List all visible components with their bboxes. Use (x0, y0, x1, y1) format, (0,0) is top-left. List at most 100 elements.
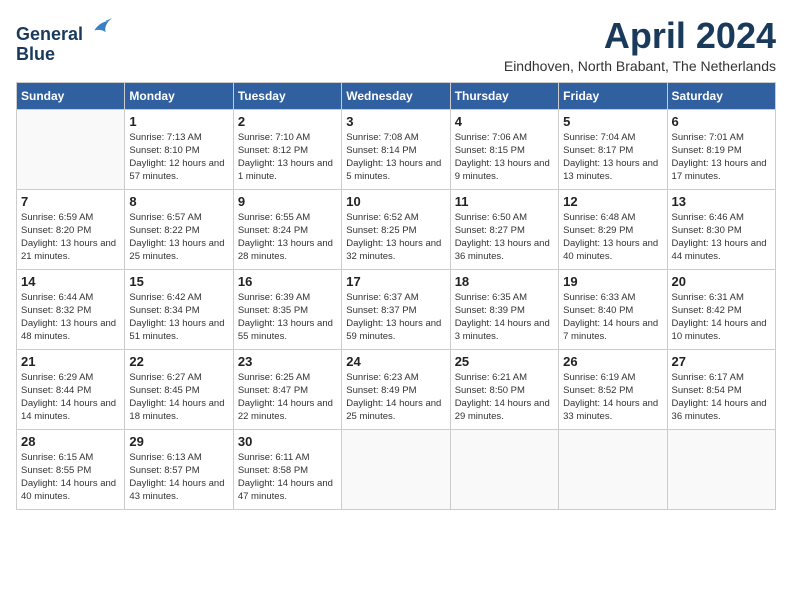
day-info: Sunrise: 6:29 AMSunset: 8:44 PMDaylight:… (21, 371, 120, 424)
day-info: Sunrise: 6:25 AMSunset: 8:47 PMDaylight:… (238, 371, 337, 424)
day-number: 22 (129, 354, 228, 369)
day-info: Sunrise: 6:55 AMSunset: 8:24 PMDaylight:… (238, 211, 337, 264)
calendar-day-cell: 22Sunrise: 6:27 AMSunset: 8:45 PMDayligh… (125, 349, 233, 429)
calendar-day-cell (667, 429, 775, 509)
day-info: Sunrise: 7:10 AMSunset: 8:12 PMDaylight:… (238, 131, 337, 184)
day-number: 5 (563, 114, 662, 129)
calendar-day-cell: 6Sunrise: 7:01 AMSunset: 8:19 PMDaylight… (667, 109, 775, 189)
calendar-day-cell: 16 Sunrise: 6:39 AMSunset: 8:35 PMDayligh… (233, 269, 341, 349)
day-number: 18 (455, 274, 554, 289)
day-number: 24 (346, 354, 445, 369)
day-info: Sunrise: 6:13 AMSunset: 8:57 PMDaylight:… (129, 451, 228, 504)
calendar-day-cell (450, 429, 558, 509)
calendar-day-cell: 25 Sunrise: 6:21 AMSunset: 8:50 PMDayligh… (450, 349, 558, 429)
calendar-day-cell: 11Sunrise: 6:50 AMSunset: 8:27 PMDayligh… (450, 189, 558, 269)
day-info: Sunrise: 6:19 AMSunset: 8:52 PMDaylight:… (563, 371, 662, 424)
day-number: 15 (129, 274, 228, 289)
title-block: April 2024 Eindhoven, North Brabant, The… (504, 16, 776, 74)
weekday-header-row: SundayMondayTuesdayWednesdayThursdayFrid… (17, 82, 776, 109)
calendar-day-cell: 19 Sunrise: 6:33 AMSunset: 8:40 PMDayligh… (559, 269, 667, 349)
day-number: 30 (238, 434, 337, 449)
day-number: 16 (238, 274, 337, 289)
day-info: Sunrise: 7:08 AMSunset: 8:14 PMDaylight:… (346, 131, 445, 184)
day-number: 19 (563, 274, 662, 289)
calendar-day-cell: 13Sunrise: 6:46 AMSunset: 8:30 PMDayligh… (667, 189, 775, 269)
day-info: Sunrise: 6:11 AMSunset: 8:58 PMDaylight:… (238, 451, 337, 504)
day-number: 20 (672, 274, 771, 289)
calendar-day-cell: 14 Sunrise: 6:44 AMSunset: 8:32 PMDayligh… (17, 269, 125, 349)
day-number: 11 (455, 194, 554, 209)
weekday-header-sunday: Sunday (17, 82, 125, 109)
calendar-day-cell: 5 Sunrise: 7:04 AMSunset: 8:17 PMDaylight… (559, 109, 667, 189)
calendar-week-row: 7 Sunrise: 6:59 AMSunset: 8:20 PMDaylight… (17, 189, 776, 269)
day-info: Sunrise: 7:06 AMSunset: 8:15 PMDaylight:… (455, 131, 554, 184)
calendar-day-cell: 20 Sunrise: 6:31 AMSunset: 8:42 PMDayligh… (667, 269, 775, 349)
day-number: 10 (346, 194, 445, 209)
day-number: 29 (129, 434, 228, 449)
calendar-day-cell: 1 Sunrise: 7:13 AMSunset: 8:10 PMDaylight… (125, 109, 233, 189)
calendar-week-row: 28Sunrise: 6:15 AMSunset: 8:55 PMDayligh… (17, 429, 776, 509)
day-number: 6 (672, 114, 771, 129)
day-number: 12 (563, 194, 662, 209)
calendar-day-cell: 10 Sunrise: 6:52 AMSunset: 8:25 PMDayligh… (342, 189, 450, 269)
calendar-day-cell: 2 Sunrise: 7:10 AMSunset: 8:12 PMDaylight… (233, 109, 341, 189)
calendar-day-cell: 8Sunrise: 6:57 AMSunset: 8:22 PMDaylight… (125, 189, 233, 269)
calendar-day-cell: 12Sunrise: 6:48 AMSunset: 8:29 PMDayligh… (559, 189, 667, 269)
day-number: 7 (21, 194, 120, 209)
day-info: Sunrise: 6:39 AMSunset: 8:35 PMDaylight:… (238, 291, 337, 344)
day-number: 2 (238, 114, 337, 129)
day-info: Sunrise: 6:17 AMSunset: 8:54 PMDaylight:… (672, 371, 771, 424)
day-number: 27 (672, 354, 771, 369)
calendar-day-cell: 7 Sunrise: 6:59 AMSunset: 8:20 PMDaylight… (17, 189, 125, 269)
calendar-day-cell: 18Sunrise: 6:35 AMSunset: 8:39 PMDayligh… (450, 269, 558, 349)
calendar-day-cell: 26Sunrise: 6:19 AMSunset: 8:52 PMDayligh… (559, 349, 667, 429)
day-number: 4 (455, 114, 554, 129)
location-subtitle: Eindhoven, North Brabant, The Netherland… (504, 58, 776, 74)
weekday-header-saturday: Saturday (667, 82, 775, 109)
day-info: Sunrise: 6:21 AMSunset: 8:50 PMDaylight:… (455, 371, 554, 424)
day-number: 1 (129, 114, 228, 129)
day-info: Sunrise: 7:13 AMSunset: 8:10 PMDaylight:… (129, 131, 228, 184)
calendar-week-row: 14 Sunrise: 6:44 AMSunset: 8:32 PMDayligh… (17, 269, 776, 349)
calendar-day-cell: 21 Sunrise: 6:29 AMSunset: 8:44 PMDayligh… (17, 349, 125, 429)
calendar-day-cell: 27 Sunrise: 6:17 AMSunset: 8:54 PMDayligh… (667, 349, 775, 429)
day-info: Sunrise: 6:33 AMSunset: 8:40 PMDaylight:… (563, 291, 662, 344)
day-number: 9 (238, 194, 337, 209)
day-info: Sunrise: 6:37 AMSunset: 8:37 PMDaylight:… (346, 291, 445, 344)
calendar-day-cell: 28Sunrise: 6:15 AMSunset: 8:55 PMDayligh… (17, 429, 125, 509)
calendar-day-cell: 4 Sunrise: 7:06 AMSunset: 8:15 PMDaylight… (450, 109, 558, 189)
calendar-table: SundayMondayTuesdayWednesdayThursdayFrid… (16, 82, 776, 510)
month-year-title: April 2024 (504, 16, 776, 56)
day-number: 25 (455, 354, 554, 369)
day-info: Sunrise: 6:42 AMSunset: 8:34 PMDaylight:… (129, 291, 228, 344)
calendar-day-cell: 3 Sunrise: 7:08 AMSunset: 8:14 PMDaylight… (342, 109, 450, 189)
day-info: Sunrise: 6:52 AMSunset: 8:25 PMDaylight:… (346, 211, 445, 264)
calendar-week-row: 1 Sunrise: 7:13 AMSunset: 8:10 PMDaylight… (17, 109, 776, 189)
calendar-week-row: 21 Sunrise: 6:29 AMSunset: 8:44 PMDayligh… (17, 349, 776, 429)
day-number: 21 (21, 354, 120, 369)
day-info: Sunrise: 6:31 AMSunset: 8:42 PMDaylight:… (672, 291, 771, 344)
logo: General Blue (16, 16, 112, 65)
day-number: 17 (346, 274, 445, 289)
calendar-day-cell: 24 Sunrise: 6:23 AMSunset: 8:49 PMDayligh… (342, 349, 450, 429)
weekday-header-tuesday: Tuesday (233, 82, 341, 109)
day-number: 14 (21, 274, 120, 289)
calendar-day-cell (17, 109, 125, 189)
day-number: 8 (129, 194, 228, 209)
calendar-day-cell: 17 Sunrise: 6:37 AMSunset: 8:37 PMDayligh… (342, 269, 450, 349)
logo-bird-icon (88, 16, 112, 40)
weekday-header-friday: Friday (559, 82, 667, 109)
calendar-day-cell: 30 Sunrise: 6:11 AMSunset: 8:58 PMDayligh… (233, 429, 341, 509)
day-info: Sunrise: 6:59 AMSunset: 8:20 PMDaylight:… (21, 211, 120, 264)
page-header: General Blue April 2024 Eindhoven, North… (16, 16, 776, 74)
calendar-day-cell (559, 429, 667, 509)
day-info: Sunrise: 7:04 AMSunset: 8:17 PMDaylight:… (563, 131, 662, 184)
day-number: 13 (672, 194, 771, 209)
calendar-day-cell (342, 429, 450, 509)
day-info: Sunrise: 6:23 AMSunset: 8:49 PMDaylight:… (346, 371, 445, 424)
day-number: 3 (346, 114, 445, 129)
day-number: 23 (238, 354, 337, 369)
day-number: 28 (21, 434, 120, 449)
calendar-day-cell: 29 Sunrise: 6:13 AMSunset: 8:57 PMDayligh… (125, 429, 233, 509)
day-info: Sunrise: 6:44 AMSunset: 8:32 PMDaylight:… (21, 291, 120, 344)
